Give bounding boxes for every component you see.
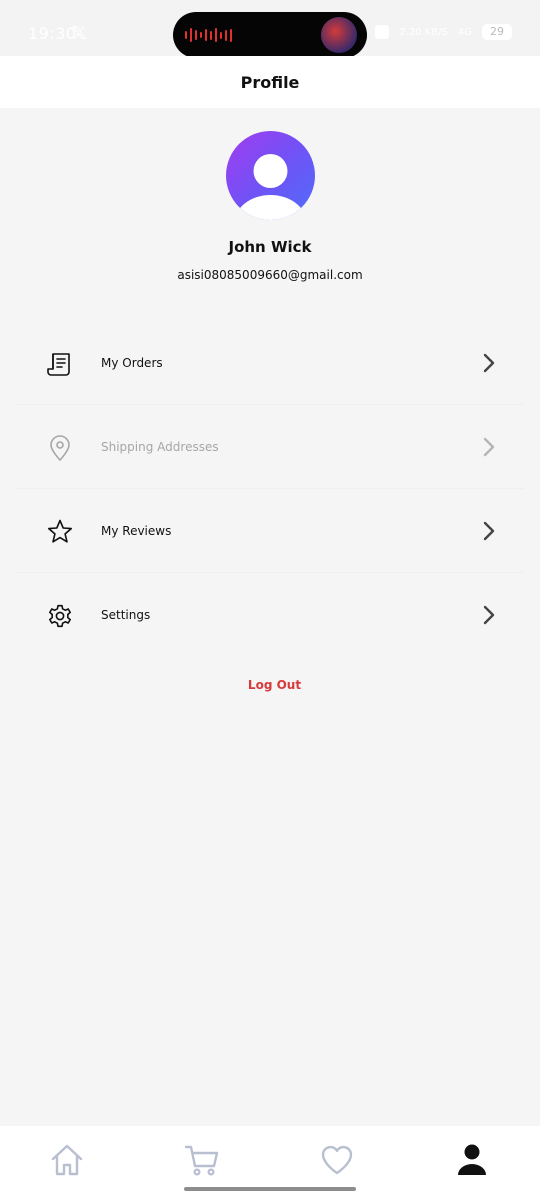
status-bar: 19:30 𝕏 2.20 KB/S 4G 29 xyxy=(0,0,540,58)
cart-icon[interactable] xyxy=(184,1142,220,1178)
home-icon[interactable] xyxy=(49,1142,85,1178)
chevron-right-icon xyxy=(483,353,495,373)
avatar[interactable] xyxy=(226,131,315,220)
person-icon[interactable] xyxy=(454,1142,490,1178)
user-email: asisi08085009660@gmail.com xyxy=(177,268,363,282)
menu-item-my-orders[interactable]: My Orders xyxy=(0,321,540,405)
star-icon xyxy=(48,519,72,543)
chevron-right-icon xyxy=(483,605,495,625)
net-speed: 2.20 KB/S xyxy=(399,26,448,38)
app-header: Profile xyxy=(0,56,540,108)
logout-button[interactable]: Log Out xyxy=(0,678,540,692)
profile-menu: My Orders Shipping Addresses My Reviews xyxy=(0,321,540,657)
vibrate-icon xyxy=(375,25,390,39)
person-icon xyxy=(234,154,307,220)
menu-item-shipping-addresses[interactable]: Shipping Addresses xyxy=(0,405,540,489)
dynamic-island[interactable] xyxy=(173,12,367,58)
audio-wave-icon xyxy=(185,28,232,42)
menu-item-my-reviews[interactable]: My Reviews xyxy=(0,489,540,573)
receipt-icon xyxy=(47,353,70,376)
menu-item-label: Settings xyxy=(101,608,151,622)
now-playing-artwork xyxy=(321,17,357,53)
battery-icon: 29 xyxy=(482,24,512,40)
menu-item-label: My Orders xyxy=(101,356,163,370)
signal-icon: 4G xyxy=(457,26,472,38)
gear-icon xyxy=(49,604,71,628)
chevron-right-icon xyxy=(483,521,495,541)
menu-item-label: My Reviews xyxy=(101,524,172,538)
status-time: 19:30 xyxy=(28,24,77,43)
page-title: Profile xyxy=(240,72,300,92)
x-app-icon: 𝕏 xyxy=(72,23,87,44)
home-indicator[interactable] xyxy=(184,1187,356,1191)
menu-item-label: Shipping Addresses xyxy=(101,440,219,454)
location-pin-icon xyxy=(50,435,70,461)
menu-item-settings[interactable]: Settings xyxy=(0,573,540,657)
chevron-right-icon xyxy=(483,437,495,457)
heart-icon[interactable] xyxy=(319,1142,355,1178)
user-name: John Wick xyxy=(228,238,312,256)
status-icons: 2.20 KB/S 4G 29 xyxy=(375,24,512,40)
